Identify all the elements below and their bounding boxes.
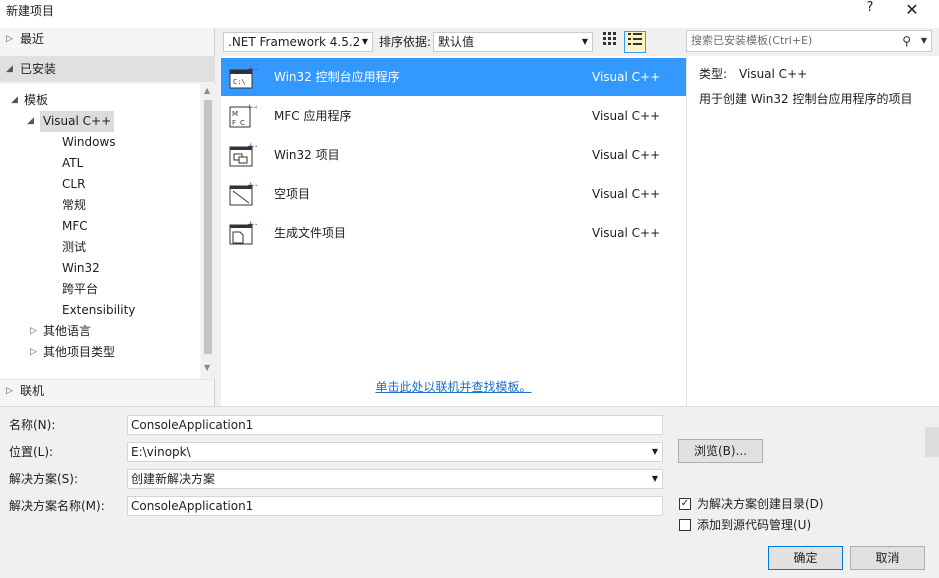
sort-select[interactable]: 默认值 ▼ xyxy=(433,32,593,52)
template-name: MFC 应用程序 xyxy=(274,109,352,123)
template-name: Win32 控制台应用程序 xyxy=(274,70,400,84)
chevron-down-icon[interactable]: ▼ xyxy=(652,470,658,488)
location-field[interactable]: E:\vinopk\ ▼ xyxy=(127,442,663,462)
svg-text:++: ++ xyxy=(247,220,257,230)
chevron-down-icon[interactable]: ▼ xyxy=(652,443,658,461)
close-button[interactable]: ✕ xyxy=(900,0,924,19)
installed-tree: ◢ 模板 ◢ Visual C++ Windows ATL CLR 常规 MFC… xyxy=(0,84,200,378)
scroll-up-icon[interactable]: ▲ xyxy=(204,86,210,95)
svg-text:++: ++ xyxy=(246,103,257,113)
tree-item-clr[interactable]: CLR xyxy=(62,174,85,195)
tree-item-atl[interactable]: ATL xyxy=(62,153,83,174)
svg-text:++: ++ xyxy=(247,181,257,191)
tree-item-windows[interactable]: Windows xyxy=(62,132,116,153)
template-toolbar: .NET Framework 4.5.2 ▼ 排序依据: 默认值 ▼ xyxy=(223,30,683,54)
tree-item-win32[interactable]: Win32 xyxy=(62,258,100,279)
type-label: 类型: xyxy=(699,67,728,81)
solution-select[interactable]: 创建新解决方案 ▼ xyxy=(127,469,663,489)
template-description: 用于创建 Win32 控制台应用程序的项目 xyxy=(699,92,913,106)
browse-button[interactable]: 浏览(B)... xyxy=(678,439,763,463)
svg-text:C:\: C:\ xyxy=(233,78,246,86)
chevron-down-icon: ▼ xyxy=(581,37,588,46)
list-view-icon[interactable] xyxy=(624,31,646,53)
search-icon[interactable]: ⚲ xyxy=(902,31,911,51)
svg-text:F: F xyxy=(232,119,236,127)
expand-right-icon: ▷ xyxy=(6,386,13,396)
tree-item-general[interactable]: 常规 xyxy=(62,195,86,216)
checkmark-icon: ✓ xyxy=(679,498,691,510)
chevron-down-icon: ▼ xyxy=(361,37,368,46)
name-label: 名称(N): xyxy=(9,418,56,432)
search-input[interactable]: 搜索已安装模板(Ctrl+E) ⚲ ▼ xyxy=(686,30,932,52)
mfc-app-icon: M F C ++ xyxy=(229,103,261,129)
tree-item-cross-platform[interactable]: 跨平台 xyxy=(62,279,98,300)
template-language: Visual C++ xyxy=(592,187,661,201)
scroll-thumb[interactable] xyxy=(204,100,212,354)
template-language: Visual C++ xyxy=(592,148,661,162)
template-row-win32-project[interactable]: ++ Win32 项目 Visual C++ xyxy=(221,136,686,174)
chevron-down-icon[interactable]: ▼ xyxy=(921,31,927,51)
tree-item-mfc[interactable]: MFC xyxy=(62,216,88,237)
solution-label: 解决方案(S): xyxy=(9,472,79,486)
tree-scrollbar[interactable]: ▲ ▼ xyxy=(201,84,215,378)
sort-label: 排序依据: xyxy=(379,35,432,49)
template-details: 类型: Visual C++ 用于创建 Win32 控制台应用程序的项目 xyxy=(686,56,939,406)
tree-online[interactable]: ▷ 联机 xyxy=(0,379,215,403)
ok-button[interactable]: 确定 xyxy=(768,546,843,570)
resize-edge[interactable] xyxy=(925,427,939,457)
template-row-makefile-project[interactable]: ++ 生成文件项目 Visual C++ xyxy=(221,214,686,252)
template-language: Visual C++ xyxy=(592,70,661,84)
template-name: Win32 项目 xyxy=(274,148,340,162)
template-name: 空项目 xyxy=(274,187,311,201)
collapse-down-icon: ◢ xyxy=(27,116,34,126)
template-tree-pane: ▷ 最近 ◢ 已安装 ◢ 模板 ◢ Visual C++ Windows ATL… xyxy=(0,28,215,406)
template-type: 类型: Visual C++ xyxy=(699,65,807,82)
template-row-win32-console[interactable]: C:\ ++ Win32 控制台应用程序 Visual C++ xyxy=(221,58,686,96)
expand-right-icon: ▷ xyxy=(30,347,37,357)
template-list: C:\ ++ Win32 控制台应用程序 Visual C++ M F C ++… xyxy=(221,56,686,406)
tree-recent[interactable]: ▷ 最近 xyxy=(0,28,215,52)
makefile-project-icon: ++ xyxy=(229,220,262,246)
template-language: Visual C++ xyxy=(592,109,661,123)
collapse-down-icon: ◢ xyxy=(6,64,13,74)
solution-name-field[interactable]: ConsoleApplication1 xyxy=(127,496,663,516)
svg-text:++: ++ xyxy=(247,65,257,75)
expand-right-icon: ▷ xyxy=(30,326,37,336)
find-templates-online-link[interactable]: 单击此处以联机并查找模板。 xyxy=(221,378,686,395)
project-form: 名称(N): ConsoleApplication1 位置(L): E:\vin… xyxy=(0,406,939,578)
template-row-empty-project[interactable]: ++ 空项目 Visual C++ xyxy=(221,175,686,213)
solution-name-label: 解决方案名称(M): xyxy=(9,499,105,513)
title-bar: 新建项目 ? ✕ xyxy=(0,0,939,28)
template-row-mfc-app[interactable]: M F C ++ MFC 应用程序 Visual C++ xyxy=(221,97,686,135)
tree-item-test[interactable]: 测试 xyxy=(62,237,86,258)
location-label: 位置(L): xyxy=(9,445,54,459)
win32-project-icon: ++ xyxy=(229,142,262,168)
help-button[interactable]: ? xyxy=(862,0,878,15)
collapse-down-icon: ◢ xyxy=(11,95,18,105)
svg-text:C: C xyxy=(240,119,245,127)
expand-right-icon: ▷ xyxy=(6,34,13,44)
framework-select[interactable]: .NET Framework 4.5.2 ▼ xyxy=(223,32,373,52)
tree-item-other-project-types[interactable]: ▷ 其他项目类型 xyxy=(30,342,115,363)
template-name: 生成文件项目 xyxy=(274,226,347,240)
tree-item-visual-cpp[interactable]: ◢ Visual C++ xyxy=(27,111,115,132)
svg-text:++: ++ xyxy=(247,142,257,152)
grid-view-icon[interactable] xyxy=(600,32,620,52)
name-field[interactable]: ConsoleApplication1 xyxy=(127,415,663,435)
scroll-down-icon[interactable]: ▼ xyxy=(204,363,210,372)
cancel-button[interactable]: 取消 xyxy=(850,546,925,570)
tree-item-other-languages[interactable]: ▷ 其他语言 xyxy=(30,321,91,342)
empty-project-icon: ++ xyxy=(229,181,262,207)
template-language: Visual C++ xyxy=(592,226,661,240)
tree-item-extensibility[interactable]: Extensibility xyxy=(62,300,135,321)
tree-item-templates[interactable]: ◢ 模板 xyxy=(11,90,48,111)
window-title: 新建项目 xyxy=(6,4,55,18)
type-value: Visual C++ xyxy=(739,67,808,81)
console-app-icon: C:\ ++ xyxy=(229,64,262,90)
tree-installed[interactable]: ◢ 已安装 xyxy=(0,56,215,82)
svg-text:M: M xyxy=(232,110,238,118)
